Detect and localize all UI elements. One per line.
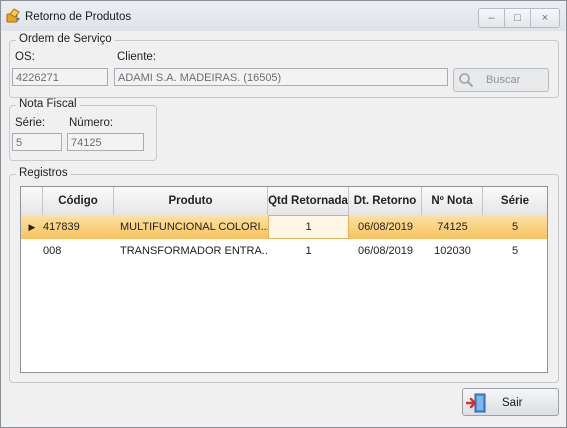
registros-legend: Registros — [16, 167, 71, 179]
serie-label: Série: — [15, 117, 46, 129]
cell-produto[interactable]: MULTIFUNCIONAL COLORI... — [114, 215, 268, 239]
buscar-button[interactable]: Buscar — [453, 68, 549, 92]
app-icon — [6, 8, 22, 24]
column-header-dt-retorno[interactable]: Dt. Retorno — [349, 187, 422, 215]
ordem-servico-legend: Ordem de Serviço — [16, 33, 115, 45]
title-bar[interactable]: Retorno de Produtos – □ × — [1, 1, 566, 31]
window: Retorno de Produtos – □ × Ordem de Servi… — [0, 0, 567, 428]
column-header-qtd-retornada[interactable]: Qtd Retornada — [268, 187, 349, 215]
numero-label: Número: — [69, 117, 114, 129]
buscar-label: Buscar — [486, 74, 521, 86]
column-header-codigo[interactable]: Código — [43, 187, 114, 215]
cliente-field[interactable]: ADAMI S.A. MADEIRAS. (16505) — [114, 68, 448, 86]
cell-serie[interactable]: 5 — [483, 215, 547, 239]
cell-serie[interactable]: 5 — [483, 239, 547, 263]
nota-fiscal-legend: Nota Fiscal — [16, 98, 80, 110]
window-controls: – □ × — [478, 8, 560, 28]
minimize-icon: – — [488, 12, 495, 24]
cell-n-nota[interactable]: 102030 — [422, 239, 483, 263]
serie-field[interactable]: 5 — [12, 133, 62, 151]
cell-qtd-retornada[interactable]: 1 — [268, 215, 349, 239]
row-indicator — [21, 239, 43, 263]
close-icon: × — [541, 12, 549, 24]
maximize-icon: □ — [514, 12, 521, 24]
numero-field[interactable]: 74125 — [67, 133, 144, 151]
column-header-produto[interactable]: Produto — [114, 187, 268, 215]
row-header-corner — [21, 187, 43, 215]
cell-n-nota[interactable]: 74125 — [422, 215, 483, 239]
exit-door-icon — [465, 392, 488, 417]
os-label: OS: — [15, 51, 35, 63]
cell-codigo[interactable]: 417839 — [43, 215, 114, 239]
cell-qtd-retornada[interactable]: 1 — [268, 239, 349, 263]
search-icon — [458, 72, 474, 91]
column-header-serie[interactable]: Série — [483, 187, 547, 215]
maximize-button[interactable]: □ — [504, 8, 531, 28]
window-title: Retorno de Produtos — [25, 11, 132, 23]
table-row[interactable]: ▶ 417839 MULTIFUNCIONAL COLORI... 1 06/0… — [21, 215, 547, 239]
close-button[interactable]: × — [530, 8, 560, 28]
row-indicator-icon: ▶ — [28, 221, 36, 232]
cliente-label: Cliente: — [117, 51, 156, 63]
table-row[interactable]: 008 TRANSFORMADOR ENTRA... 1 06/08/2019 … — [21, 239, 547, 263]
sair-button[interactable]: Sair — [462, 388, 559, 416]
column-header-n-nota[interactable]: Nº Nota — [422, 187, 483, 215]
cell-dt-retorno[interactable]: 06/08/2019 — [349, 215, 422, 239]
minimize-button[interactable]: – — [478, 8, 505, 28]
os-field[interactable]: 4226271 — [12, 68, 108, 86]
cell-dt-retorno[interactable]: 06/08/2019 — [349, 239, 422, 263]
grid-header: Código Produto Qtd Retornada Dt. Retorno… — [21, 187, 547, 216]
sair-label: Sair — [502, 397, 523, 409]
registros-grid[interactable]: Código Produto Qtd Retornada Dt. Retorno… — [20, 186, 548, 373]
cell-codigo[interactable]: 008 — [43, 239, 114, 263]
cell-produto[interactable]: TRANSFORMADOR ENTRA... — [114, 239, 268, 263]
